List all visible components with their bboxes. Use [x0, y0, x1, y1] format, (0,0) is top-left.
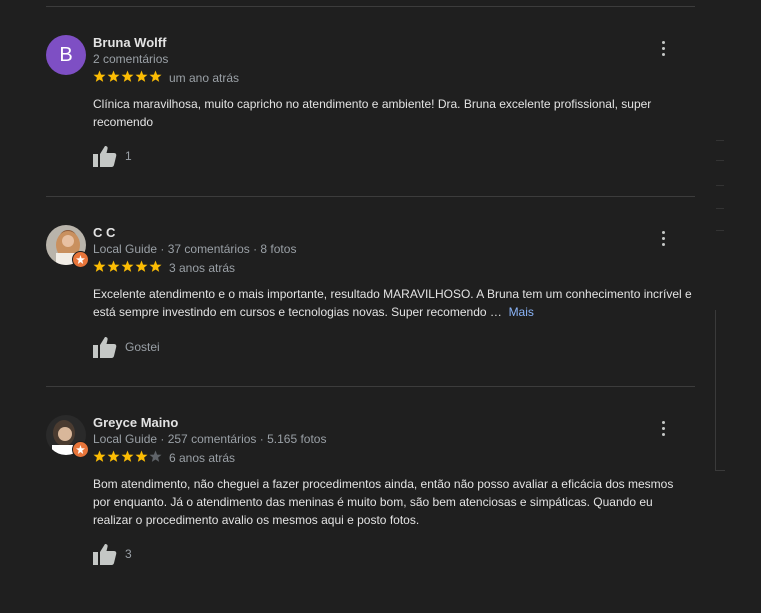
- scrollbar-track[interactable]: [715, 310, 725, 471]
- thumb-up-icon: [93, 146, 117, 167]
- review-date: 3 anos atrás: [169, 261, 236, 275]
- review-text-body: Bom atendimento, não cheguei a fazer pro…: [93, 477, 674, 527]
- star-filled-icon: [135, 70, 148, 82]
- review-date: 6 anos atrás: [169, 451, 236, 465]
- like-button[interactable]: 3: [93, 543, 132, 565]
- review-card-1: B Bruna Wolff 2 comentários um ano atrás…: [0, 35, 761, 185]
- like-button[interactable]: Gostei: [93, 336, 160, 358]
- review-text: Bom atendimento, não cheguei a fazer pro…: [93, 475, 693, 529]
- star-filled-icon: [107, 70, 120, 82]
- more-vert-icon[interactable]: [656, 39, 670, 57]
- star-rating: [93, 450, 162, 463]
- like-count: 3: [125, 547, 132, 561]
- divider-top: [46, 6, 695, 7]
- review-text-body: Excelente atendimento e o mais important…: [93, 287, 692, 319]
- thumb-up-icon: [93, 544, 117, 565]
- star-filled-icon: [93, 70, 106, 82]
- star-filled-icon: [149, 260, 162, 272]
- avatar-c-c[interactable]: [46, 225, 89, 268]
- more-vert-icon[interactable]: [656, 419, 670, 437]
- star-rating: [93, 70, 162, 83]
- review-card-2: C C Local Guide · 37 comentários · 8 fot…: [0, 225, 761, 375]
- scroll-marks: [716, 140, 724, 231]
- star-filled-icon: [121, 450, 134, 462]
- reviewer-meta: 2 comentários: [93, 52, 169, 66]
- more-vert-icon[interactable]: [656, 229, 670, 247]
- divider: [46, 196, 695, 197]
- like-label: Gostei: [125, 340, 160, 354]
- like-button[interactable]: 1: [93, 145, 132, 167]
- avatar-greyce-maino[interactable]: [46, 415, 89, 458]
- thumb-up-icon: [93, 337, 117, 358]
- review-text-body: Clínica maravilhosa, muito capricho no a…: [93, 97, 652, 129]
- reviewer-name[interactable]: Bruna Wolff: [93, 35, 166, 50]
- star-filled-icon: [93, 260, 106, 272]
- reviewer-name[interactable]: Greyce Maino: [93, 415, 178, 430]
- local-guide-badge-icon: [72, 251, 89, 268]
- local-guide-badge-icon: [72, 441, 89, 458]
- reviewer-meta: Local Guide · 257 comentários · 5.165 fo…: [93, 432, 327, 446]
- star-filled-icon: [135, 450, 148, 462]
- star-empty-icon: [149, 450, 162, 462]
- star-filled-icon: [149, 70, 162, 82]
- reviewer-meta: Local Guide · 37 comentários · 8 fotos: [93, 242, 297, 256]
- star-filled-icon: [121, 260, 134, 272]
- star-filled-icon: [121, 70, 134, 82]
- review-date: um ano atrás: [169, 71, 240, 85]
- star-filled-icon: [135, 260, 148, 272]
- review-text: Clínica maravilhosa, muito capricho no a…: [93, 95, 693, 131]
- review-text: Excelente atendimento e o mais important…: [93, 285, 693, 321]
- star-rating: [93, 260, 162, 273]
- star-filled-icon: [107, 260, 120, 272]
- star-filled-icon: [93, 450, 106, 462]
- star-filled-icon: [107, 450, 120, 462]
- like-count: 1: [125, 149, 132, 163]
- reviewer-name[interactable]: C C: [93, 225, 115, 240]
- avatar-bruna-wolff[interactable]: B: [46, 35, 86, 75]
- review-card-3: Greyce Maino Local Guide · 257 comentári…: [0, 415, 761, 585]
- more-link[interactable]: Mais: [509, 305, 534, 319]
- divider: [46, 386, 695, 387]
- avatar-letter: B: [46, 35, 86, 75]
